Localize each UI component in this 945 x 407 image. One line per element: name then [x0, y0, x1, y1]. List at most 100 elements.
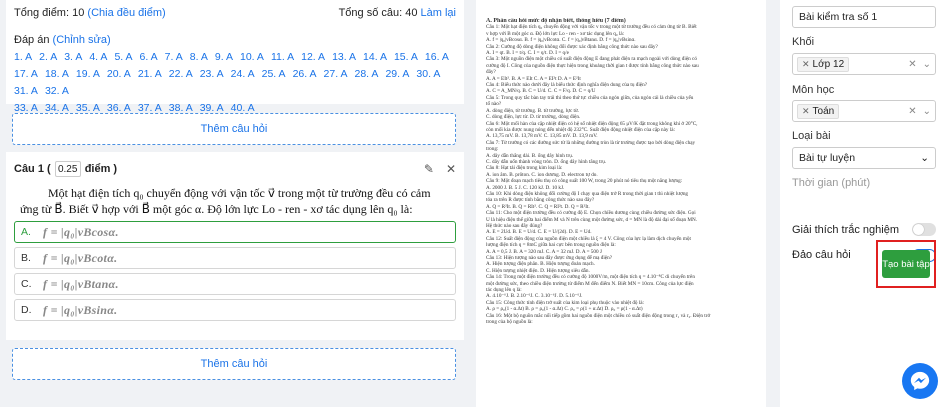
create-exercise-label: Tạo bài tập: [882, 258, 930, 270]
subject-select[interactable]: ✕ Toán ✕ ⌄: [792, 100, 936, 122]
answer-key-item: 10. A: [239, 51, 264, 63]
answer-key-item: 29. A: [385, 68, 410, 80]
option-formula: f = |q₀|vBsinα.: [43, 302, 118, 317]
subject-field: Môn học: [792, 84, 936, 96]
answer-key-item: 31. A: [14, 85, 38, 97]
add-question-button[interactable]: Thêm câu hỏi: [12, 113, 456, 145]
total-questions: Tổng số câu: 40 Làm lại: [339, 7, 456, 19]
answer-key-item: 12. A: [301, 51, 326, 63]
answer-key-item: 7. A: [164, 51, 183, 63]
answer-option-b[interactable]: B. f = |q₀|vBcotα.: [14, 247, 456, 269]
answer-key-item: 23. A: [199, 68, 224, 80]
explain-toggle-switch[interactable]: [912, 223, 936, 236]
answer-option-d[interactable]: D. f = |q₀|vBsinα.: [14, 299, 456, 321]
type-select-box[interactable]: Bài tự luyện ⌄: [792, 147, 936, 169]
option-letter: D.: [21, 304, 32, 316]
answer-key-item: 17. A: [14, 68, 38, 80]
answer-key-item: 6. A: [139, 51, 158, 63]
answer-option-c[interactable]: C. f = |q₀|vBtanα.: [14, 273, 456, 295]
type-select[interactable]: Bài tự luyện ⌄: [792, 147, 936, 169]
remove-tag-icon[interactable]: ✕: [802, 59, 810, 70]
settings-sidebar: Bài kiểm tra số 1 Khối ✕ Lớp 12 ✕ ⌄ Môn …: [780, 0, 945, 407]
option-letter: C.: [21, 278, 32, 290]
answer-key-item: 14. A: [363, 51, 387, 63]
exam-name-input[interactable]: Bài kiểm tra số 1: [792, 6, 936, 28]
option-formula: f = |q₀|vBtanα.: [43, 276, 119, 291]
chevron-down-icon[interactable]: ⌄: [923, 59, 931, 70]
summary-header: Tổng điểm: 10 (Chia đều điểm) Tổng số câ…: [14, 6, 456, 20]
answer-key-item: 27. A: [323, 68, 348, 80]
chevron-down-icon[interactable]: ⌄: [923, 106, 931, 117]
grade-tag: ✕ Lớp 12: [797, 56, 850, 72]
answers-header: Đáp án (Chỉnh sửa): [14, 34, 456, 46]
question-card: Câu 1 ( 0.25 điểm ) ✎ ✕ Một hạt điện tíc…: [6, 152, 464, 340]
subject-tag: ✕ Toán: [797, 103, 840, 119]
type-select-value: Bài tự luyện: [799, 152, 856, 164]
clear-icon[interactable]: ✕: [908, 59, 916, 70]
answers-label: Đáp án: [14, 34, 50, 46]
add-question-button-bottom[interactable]: Thêm câu hỏi: [12, 348, 456, 380]
option-letter: B.: [21, 252, 31, 264]
grade-label: Khối: [792, 36, 815, 48]
edit-pencil-icon[interactable]: ✎: [424, 162, 434, 176]
summary-card: Tổng điểm: 10 (Chia đều điểm) Tổng số câ…: [6, 0, 464, 114]
total-points-value: 10: [72, 7, 85, 19]
answer-key-item: 22. A: [168, 68, 193, 80]
total-questions-label: Tổng số câu:: [338, 7, 403, 19]
grade-tag-label: Lớp 12: [812, 58, 845, 70]
reload-link[interactable]: Làm lại: [421, 7, 456, 19]
time-field[interactable]: Thời gian (phút): [792, 177, 936, 189]
edit-answers-link[interactable]: (Chỉnh sửa): [53, 34, 111, 46]
select-tools: ✕ ⌄: [908, 106, 931, 117]
type-field: Loại bài: [792, 130, 936, 142]
exam-name-value: Bài kiểm tra số 1: [799, 11, 878, 23]
left-panel: Tổng điểm: 10 (Chia đều điểm) Tổng số câ…: [0, 0, 468, 407]
answer-option-a[interactable]: A. f = |q₀|vBcosα.: [14, 221, 456, 243]
answer-key-item: 20. A: [106, 68, 131, 80]
clear-icon[interactable]: ✕: [908, 106, 916, 117]
question-points-suffix: điểm ): [84, 163, 118, 175]
shuffle-toggle-label: Đảo câu hỏi: [792, 249, 851, 261]
answer-key-item: 26. A: [292, 68, 317, 80]
shuffle-toggle-row: Đảo câu hỏi: [792, 249, 872, 261]
remove-tag-icon[interactable]: ✕: [802, 106, 810, 117]
time-input-placeholder[interactable]: Thời gian (phút): [792, 177, 936, 189]
total-questions-value: 40: [405, 7, 418, 19]
answer-key-item: 2. A: [39, 51, 58, 63]
grade-field: Khối: [792, 36, 936, 48]
messenger-chat-icon[interactable]: [902, 363, 938, 399]
answer-key-item: 19. A: [75, 68, 100, 80]
add-question-label: Thêm câu hỏi: [200, 123, 268, 135]
answer-key-item: 30. A: [416, 68, 441, 80]
paper-line: trong của bộ nguồn là:: [486, 319, 533, 326]
answer-key-item: 4. A: [89, 51, 108, 63]
grade-tagbox[interactable]: ✕ Lớp 12 ✕ ⌄: [792, 53, 936, 75]
option-letter: A.: [21, 226, 31, 238]
question-points-input[interactable]: 0.25: [54, 161, 81, 177]
answer-key-item: 5. A: [114, 51, 133, 63]
answer-key-item: 24. A: [230, 68, 255, 80]
divide-points-link[interactable]: (Chia đều điểm): [87, 7, 165, 19]
answer-key-item: 28. A: [354, 68, 379, 80]
messenger-bolt-icon: [910, 371, 930, 391]
answer-key-item: 9. A: [214, 51, 233, 63]
close-icon[interactable]: ✕: [446, 162, 456, 176]
answer-key-item: 32. A: [44, 85, 69, 97]
toggle-knob: [913, 224, 924, 235]
create-exercise-button[interactable]: Tạo bài tập: [882, 250, 930, 278]
question-header: Câu 1 ( 0.25 điểm ) ✎ ✕: [14, 158, 456, 180]
explain-toggle-label: Giải thích trắc nghiệm: [792, 223, 899, 236]
option-formula: f = |q₀|vBcotα.: [43, 250, 118, 265]
exam-name-field: Bài kiểm tra số 1: [792, 6, 936, 28]
exam-paper-preview[interactable]: A. Phần câu hỏi mức độ nhận biết, thông …: [476, 0, 766, 407]
answer-key-item: 1. A: [14, 51, 33, 63]
question-title: Câu 1 (: [14, 163, 51, 175]
answer-key-item: 11. A: [270, 51, 295, 63]
subject-label: Môn học: [792, 84, 835, 96]
subject-tagbox[interactable]: ✕ Toán ✕ ⌄: [792, 100, 936, 122]
grade-select[interactable]: ✕ Lớp 12 ✕ ⌄: [792, 53, 936, 75]
question-tools: ✎ ✕: [424, 162, 456, 176]
total-points: Tổng điểm: 10 (Chia đều điểm): [14, 7, 166, 19]
answer-key-grid: 1. A 2. A 3. A 4. A 5. A 6. A 7. A 8. A 9. A 10. …: [14, 49, 456, 117]
document-preview-panel: A. Phần câu hỏi mức độ nhận biết, thông …: [468, 0, 780, 407]
